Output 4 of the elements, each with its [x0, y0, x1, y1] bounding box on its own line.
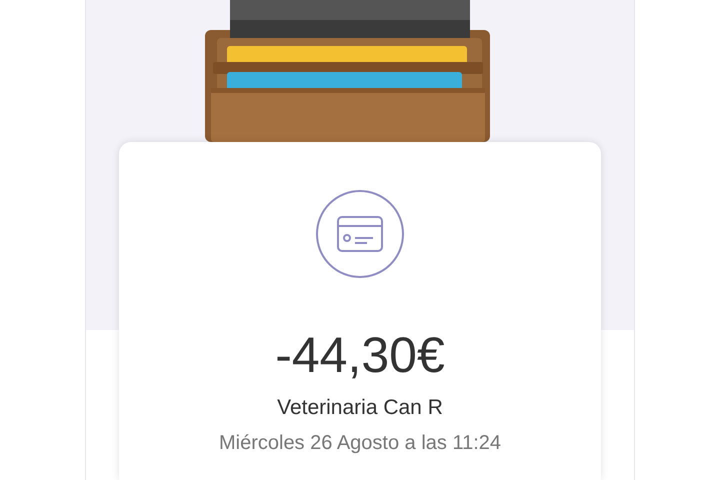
amount: -44,30€	[275, 329, 445, 381]
card-icon	[316, 190, 404, 278]
merchant-name: Veterinaria Can R	[277, 396, 443, 420]
transaction-date: Miércoles 26 Agosto a las 11:24	[218, 431, 502, 455]
